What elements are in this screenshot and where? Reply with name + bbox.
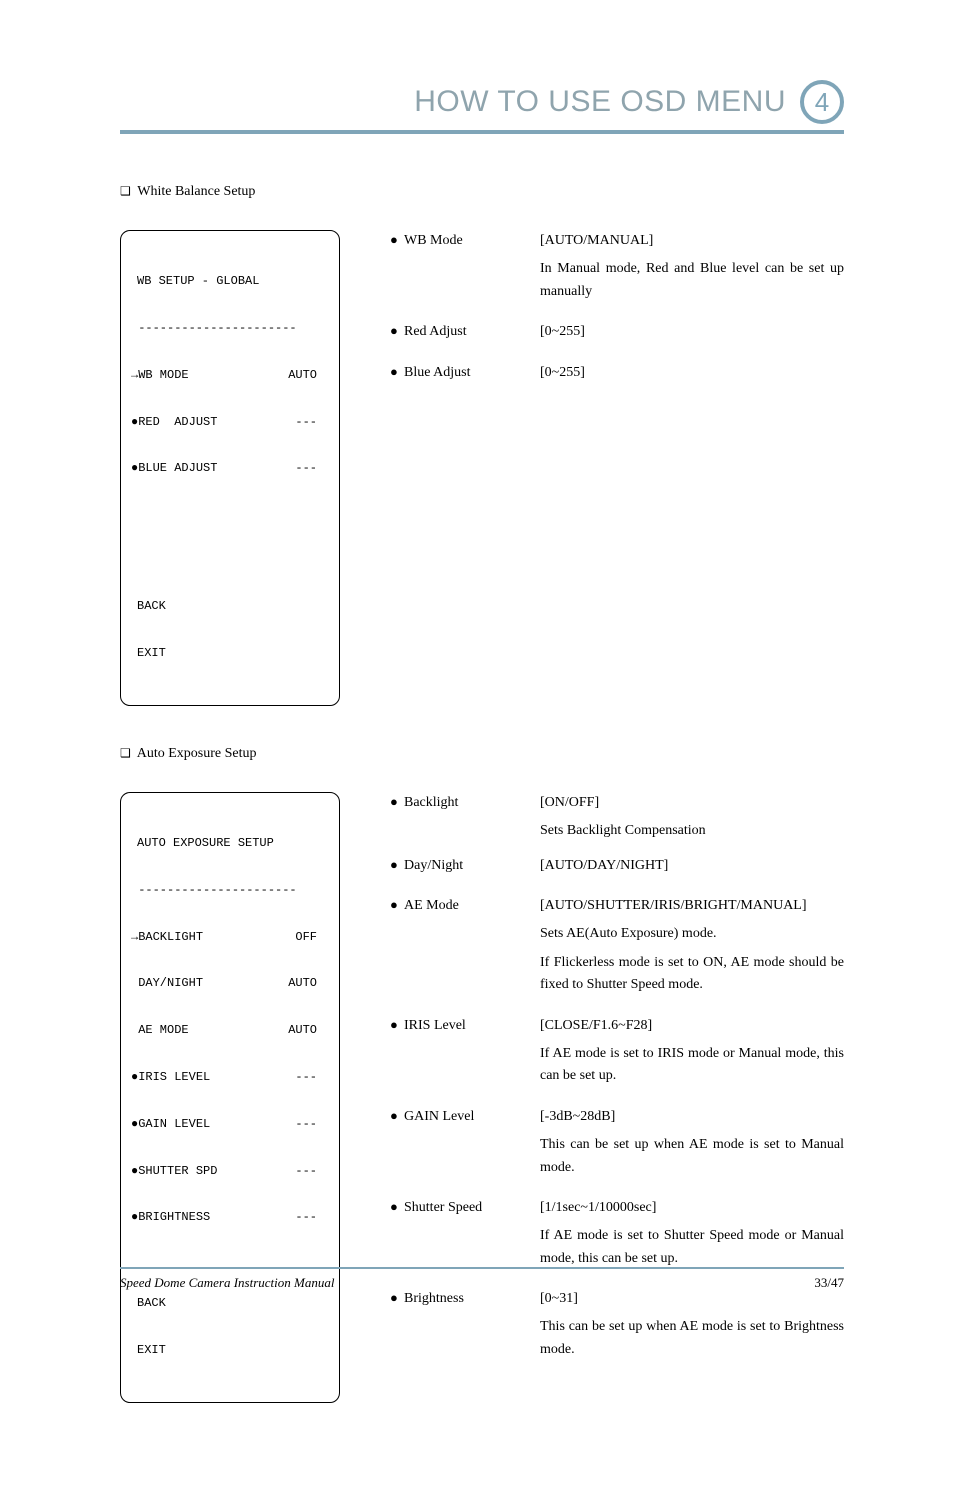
page-header: HOW TO USE OSD MENU 4	[120, 80, 844, 134]
osd-divider: ----------------------	[131, 321, 329, 337]
bullet-icon: ●	[390, 321, 404, 342]
section-heading-wb: ❑ White Balance Setup	[120, 184, 844, 200]
wb-mode-label: WB Mode	[404, 230, 463, 252]
iris-label: IRIS Level	[404, 1015, 466, 1037]
aemode-desc: Sets AE(Auto Exposure) mode.	[540, 923, 844, 945]
blue-adjust-label: Blue Adjust	[404, 362, 471, 384]
daynight-label: Day/Night	[404, 855, 463, 877]
bullet-icon: ●	[390, 792, 404, 813]
bullet-icon: ●	[390, 1015, 404, 1036]
shutter-label: Shutter Speed	[404, 1197, 482, 1219]
gain-range: [-3dB~28dB]	[540, 1106, 844, 1128]
osd-ae-box: AUTO EXPOSURE SETUP --------------------…	[120, 792, 340, 1403]
brightness-label: Brightness	[404, 1288, 464, 1310]
header-title: HOW TO USE OSD MENU	[414, 85, 786, 119]
osd-ae-title: AUTO EXPOSURE SETUP	[131, 836, 329, 852]
ae-details: ●Backlight [ON/OFF] Sets Backlight Compe…	[390, 792, 844, 1379]
bullet-icon: ●	[390, 230, 404, 251]
osd-wb-box: WB SETUP - GLOBAL ----------------------…	[120, 230, 340, 706]
section-heading-ae: ❑ Auto Exposure Setup	[120, 746, 844, 762]
footer-title: Speed Dome Camera Instruction Manual	[120, 1275, 334, 1291]
backlight-desc: Sets Backlight Compensation	[540, 820, 844, 842]
wb-mode-desc: In Manual mode, Red and Blue level can b…	[540, 258, 844, 303]
square-bullet-icon: ❑	[120, 184, 134, 199]
brightness-range: [0~31]	[540, 1288, 844, 1310]
aemode-label: AE Mode	[404, 895, 459, 917]
osd-divider: ----------------------	[131, 883, 329, 899]
osd-wb-title: WB SETUP - GLOBAL	[131, 274, 329, 290]
blue-adjust-range: [0~255]	[540, 362, 844, 384]
iris-range: [CLOSE/F1.6~F28]	[540, 1015, 844, 1037]
gain-desc: This can be set up when AE mode is set t…	[540, 1134, 844, 1179]
backlight-range: [ON/OFF]	[540, 792, 844, 814]
backlight-label: Backlight	[404, 792, 458, 814]
bullet-icon: ●	[390, 855, 404, 876]
wb-details: ●WB Mode [AUTO/MANUAL] In Manual mode, R…	[390, 230, 844, 390]
page-footer: Speed Dome Camera Instruction Manual 33/…	[120, 1267, 844, 1291]
daynight-range: [AUTO/DAY/NIGHT]	[540, 855, 844, 877]
shutter-desc: If AE mode is set to Shutter Speed mode …	[540, 1225, 844, 1270]
bullet-icon: ●	[390, 1197, 404, 1218]
shutter-range: [1/1sec~1/10000sec]	[540, 1197, 844, 1219]
bullet-icon: ●	[390, 362, 404, 383]
footer-page: 33/47	[814, 1275, 844, 1291]
osd-back: BACK	[131, 599, 329, 615]
aemode-desc2: If Flickerless mode is set to ON, AE mod…	[540, 952, 844, 997]
square-bullet-icon: ❑	[120, 746, 134, 761]
section-heading-ae-text: Auto Exposure Setup	[137, 746, 257, 761]
bullet-icon: ●	[390, 895, 404, 916]
red-adjust-range: [0~255]	[540, 321, 844, 343]
wb-mode-range: [AUTO/MANUAL]	[540, 230, 844, 252]
iris-desc: If AE mode is set to IRIS mode or Manual…	[540, 1043, 844, 1088]
chapter-badge: 4	[800, 80, 844, 124]
red-adjust-label: Red Adjust	[404, 321, 467, 343]
bullet-icon: ●	[390, 1288, 404, 1309]
gain-label: GAIN Level	[404, 1106, 474, 1128]
bullet-icon: ●	[390, 1106, 404, 1127]
brightness-desc: This can be set up when AE mode is set t…	[540, 1316, 844, 1361]
aemode-range: [AUTO/SHUTTER/IRIS/BRIGHT/MANUAL]	[540, 895, 844, 917]
section-heading-wb-text: White Balance Setup	[137, 184, 255, 199]
osd-back: BACK	[131, 1296, 329, 1312]
osd-exit: EXIT	[131, 646, 329, 662]
